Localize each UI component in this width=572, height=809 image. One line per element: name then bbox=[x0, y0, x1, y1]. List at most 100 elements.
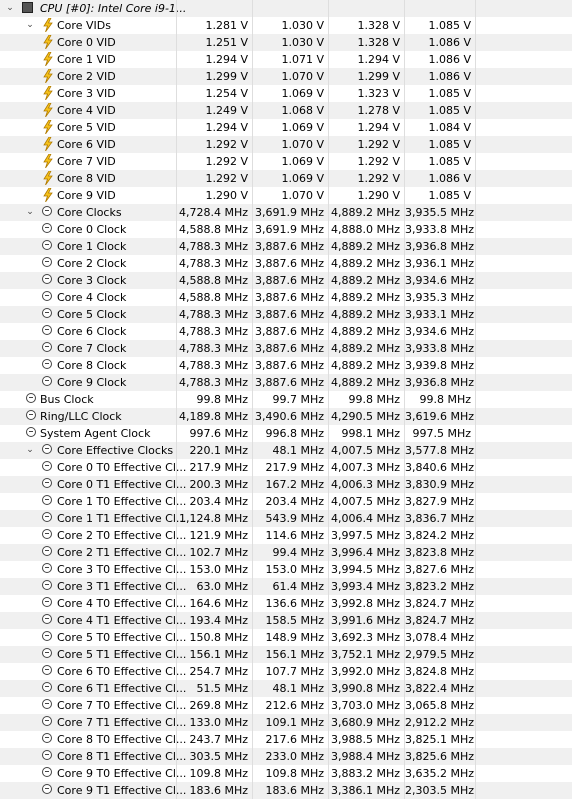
minimum-value: 114.6 MHz bbox=[252, 527, 328, 544]
sensor-row[interactable]: Core 2 VID 1.299 V 1.070 V 1.299 V 1.086 V bbox=[0, 68, 572, 85]
sensor-row[interactable]: Core 6 VID 1.292 V 1.070 V 1.292 V 1.085 V bbox=[0, 136, 572, 153]
average-value: 1.085 V bbox=[404, 136, 476, 153]
average-value: 3,065.8 MHz bbox=[404, 697, 476, 714]
header-max-cell bbox=[328, 0, 404, 17]
minimum-value: 3,887.6 MHz bbox=[252, 357, 328, 374]
clock-icon bbox=[42, 546, 54, 558]
sensor-row[interactable]: Core 1 T1 Effective Cl... 1,124.8 MHz 543.… bbox=[0, 510, 572, 527]
sensor-label: Core 9 Clock bbox=[57, 376, 127, 389]
current-value: 243.7 MHz bbox=[176, 731, 252, 748]
sensor-tree[interactable]: ⌄ CPU [#0]: Intel Core i9-1... ⌄ Core VID… bbox=[0, 0, 572, 809]
sensor-row[interactable]: Core 8 T0 Effective Cl... 243.7 MHz 217.6 … bbox=[0, 731, 572, 748]
sensor-row[interactable]: Core 4 T1 Effective Cl... 193.4 MHz 158.5 … bbox=[0, 612, 572, 629]
current-value: 51.5 MHz bbox=[176, 680, 252, 697]
collapse-chevron-icon[interactable]: ⌄ bbox=[24, 204, 36, 221]
minimum-value: 183.6 MHz bbox=[252, 782, 328, 799]
average-value: 3,933.8 MHz bbox=[404, 221, 476, 238]
average-value: 1.085 V bbox=[404, 17, 476, 34]
sensor-row[interactable]: Core 3 Clock 4,588.8 MHz 3,887.6 MHz 4,889.… bbox=[0, 272, 572, 289]
bolt-icon bbox=[42, 69, 54, 83]
current-value: 4,788.3 MHz bbox=[176, 340, 252, 357]
sensor-row[interactable]: Core 0 T0 Effective Cl... 217.9 MHz 217.9 … bbox=[0, 459, 572, 476]
sensor-row[interactable]: Bus Clock 99.8 MHz 99.7 MHz 99.8 MHz 99.8 MH… bbox=[0, 391, 572, 408]
sensor-label: Core 9 T1 Effective Cl... bbox=[57, 784, 187, 797]
average-value: 1.086 V bbox=[404, 68, 476, 85]
average-value: 3,823.2 MHz bbox=[404, 578, 476, 595]
sensor-label: Core 8 T0 Effective Cl... bbox=[57, 733, 187, 746]
sensor-group-header[interactable]: ⌄ CPU [#0]: Intel Core i9-1... bbox=[0, 0, 572, 17]
current-value: 1.292 V bbox=[176, 136, 252, 153]
sensor-row[interactable]: Core 7 VID 1.292 V 1.069 V 1.292 V 1.085 V bbox=[0, 153, 572, 170]
collapse-chevron-icon[interactable]: ⌄ bbox=[24, 442, 36, 459]
clock-icon bbox=[42, 257, 54, 269]
sensor-row[interactable]: Core 8 VID 1.292 V 1.069 V 1.292 V 1.086 V bbox=[0, 170, 572, 187]
sensor-label: Core 6 T1 Effective Cl... bbox=[57, 682, 187, 695]
sensor-group-row[interactable]: ⌄ Core Effective Clocks 220.1 MHz 48.1 MHz 4… bbox=[0, 442, 572, 459]
sensor-label: Core 6 VID bbox=[57, 138, 116, 151]
sensor-row[interactable]: Core 8 T1 Effective Cl... 303.5 MHz 233.0 … bbox=[0, 748, 572, 765]
sensor-row[interactable]: Core 2 T0 Effective Cl... 121.9 MHz 114.6 … bbox=[0, 527, 572, 544]
sensor-row[interactable]: Core 3 T1 Effective Cl... 63.0 MHz 61.4 MH… bbox=[0, 578, 572, 595]
sensor-row[interactable]: Core 5 T0 Effective Cl... 150.8 MHz 148.9 … bbox=[0, 629, 572, 646]
sensor-row[interactable]: Core 4 Clock 4,588.8 MHz 3,887.6 MHz 4,889.… bbox=[0, 289, 572, 306]
cpu-chip-icon bbox=[22, 2, 34, 14]
sensor-label: Core 1 VID bbox=[57, 53, 116, 66]
average-value: 3,836.7 MHz bbox=[404, 510, 476, 527]
current-value: 303.5 MHz bbox=[176, 748, 252, 765]
sensor-row[interactable]: Core 9 Clock 4,788.3 MHz 3,887.6 MHz 4,889.… bbox=[0, 374, 572, 391]
maximum-value: 998.1 MHz bbox=[328, 425, 404, 442]
sensor-label: Core 3 VID bbox=[57, 87, 116, 100]
maximum-value: 4,889.2 MHz bbox=[328, 204, 404, 221]
minimum-value: 3,887.6 MHz bbox=[252, 272, 328, 289]
bolt-icon bbox=[42, 137, 54, 151]
sensor-row[interactable]: Core 9 T0 Effective Cl... 109.8 MHz 109.8 … bbox=[0, 765, 572, 782]
sensor-row[interactable]: Core 6 T0 Effective Cl... 254.7 MHz 107.7 … bbox=[0, 663, 572, 680]
sensor-row[interactable]: Core 5 VID 1.294 V 1.069 V 1.294 V 1.084 V bbox=[0, 119, 572, 136]
sensor-row[interactable]: Core 7 T1 Effective Cl... 133.0 MHz 109.1 … bbox=[0, 714, 572, 731]
sensor-row[interactable]: Core 7 T0 Effective Cl... 269.8 MHz 212.6 … bbox=[0, 697, 572, 714]
sensor-row[interactable]: Core 7 Clock 4,788.3 MHz 3,887.6 MHz 4,889.… bbox=[0, 340, 572, 357]
sensor-row[interactable]: Core 4 VID 1.249 V 1.068 V 1.278 V 1.085 V bbox=[0, 102, 572, 119]
sensor-row[interactable]: Core 0 T1 Effective Cl... 200.3 MHz 167.2 … bbox=[0, 476, 572, 493]
sensor-row[interactable]: Ring/LLC Clock 4,189.8 MHz 3,490.6 MHz 4,29… bbox=[0, 408, 572, 425]
collapse-chevron-icon[interactable]: ⌄ bbox=[24, 17, 36, 34]
sensor-row[interactable]: Core 1 T0 Effective Cl... 203.4 MHz 203.4 … bbox=[0, 493, 572, 510]
maximum-value: 3,988.5 MHz bbox=[328, 731, 404, 748]
sensor-row[interactable]: Core 9 T1 Effective Cl... 183.6 MHz 183.6 … bbox=[0, 782, 572, 799]
sensor-label: Core 3 Clock bbox=[57, 274, 127, 287]
sensor-label: Core 9 VID bbox=[57, 189, 116, 202]
sensor-row[interactable]: Core 3 VID 1.254 V 1.069 V 1.323 V 1.085 V bbox=[0, 85, 572, 102]
clock-icon bbox=[42, 580, 54, 592]
sensor-row[interactable]: Core 0 VID 1.251 V 1.030 V 1.328 V 1.086 V bbox=[0, 34, 572, 51]
sensor-row[interactable]: Core 9 VID 1.290 V 1.070 V 1.290 V 1.085 V bbox=[0, 187, 572, 204]
sensor-row[interactable]: Core 2 T1 Effective Cl... 102.7 MHz 99.4 M… bbox=[0, 544, 572, 561]
sensor-row[interactable]: Core 1 Clock 4,788.3 MHz 3,887.6 MHz 4,889.… bbox=[0, 238, 572, 255]
current-value: 4,788.3 MHz bbox=[176, 306, 252, 323]
average-value: 3,830.9 MHz bbox=[404, 476, 476, 493]
average-value: 3,822.4 MHz bbox=[404, 680, 476, 697]
sensor-row[interactable]: Core 6 Clock 4,788.3 MHz 3,887.6 MHz 4,889.… bbox=[0, 323, 572, 340]
sensor-group-row[interactable]: ⌄ Core Clocks 4,728.4 MHz 3,691.9 MHz 4,889.… bbox=[0, 204, 572, 221]
sensor-row[interactable]: Core 5 T1 Effective Cl... 156.1 MHz 156.1 … bbox=[0, 646, 572, 663]
collapse-chevron-icon[interactable]: ⌄ bbox=[4, 0, 16, 17]
minimum-value: 99.4 MHz bbox=[252, 544, 328, 561]
sensor-row[interactable]: Core 0 Clock 4,588.8 MHz 3,691.9 MHz 4,888.… bbox=[0, 221, 572, 238]
bolt-icon bbox=[42, 35, 54, 49]
sensor-row[interactable]: System Agent Clock 997.6 MHz 996.8 MHz 998.… bbox=[0, 425, 572, 442]
sensor-row[interactable]: Core 5 Clock 4,788.3 MHz 3,887.6 MHz 4,889.… bbox=[0, 306, 572, 323]
sensor-row[interactable]: Core 1 VID 1.294 V 1.071 V 1.294 V 1.086 V bbox=[0, 51, 572, 68]
sensor-row[interactable]: Core 6 T1 Effective Cl... 51.5 MHz 48.1 MH… bbox=[0, 680, 572, 697]
sensor-row[interactable]: Core 2 Clock 4,788.3 MHz 3,887.6 MHz 4,889.… bbox=[0, 255, 572, 272]
minimum-value: 109.8 MHz bbox=[252, 765, 328, 782]
sensor-group-row[interactable]: ⌄ Core VIDs 1.281 V 1.030 V 1.328 V 1.085 V bbox=[0, 17, 572, 34]
current-value: 4,788.3 MHz bbox=[176, 255, 252, 272]
sensor-label: Core 8 T1 Effective Cl... bbox=[57, 750, 187, 763]
minimum-value: 1.030 V bbox=[252, 34, 328, 51]
minimum-value: 203.4 MHz bbox=[252, 493, 328, 510]
sensor-row[interactable]: Core 3 T0 Effective Cl... 153.0 MHz 153.0 … bbox=[0, 561, 572, 578]
sensor-label: Core 5 VID bbox=[57, 121, 116, 134]
current-value: 203.4 MHz bbox=[176, 493, 252, 510]
current-value: 63.0 MHz bbox=[176, 578, 252, 595]
sensor-row[interactable]: Core 4 T0 Effective Cl... 164.6 MHz 136.6 … bbox=[0, 595, 572, 612]
sensor-row[interactable]: Core 8 Clock 4,788.3 MHz 3,887.6 MHz 4,889.… bbox=[0, 357, 572, 374]
